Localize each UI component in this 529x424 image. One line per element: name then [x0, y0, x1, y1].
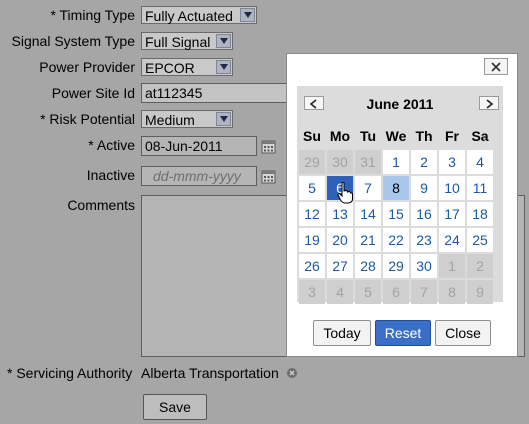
today-button[interactable]: Today: [313, 320, 371, 346]
weekday-th: Th: [415, 128, 433, 144]
save-button[interactable]: Save: [143, 394, 207, 420]
timing-type-select[interactable]: Fully Actuated: [141, 6, 257, 24]
cursor-hand-icon: [337, 181, 353, 207]
next-month-button[interactable]: [479, 96, 499, 110]
power-site-id-input[interactable]: at112345: [141, 83, 291, 103]
weekday-mo: Mo: [329, 128, 351, 144]
weekday-su: Su: [303, 128, 321, 144]
calendar-day[interactable]: 25: [467, 228, 493, 252]
servicing-authority-value: Alberta Transportation: [141, 365, 279, 381]
calendar-day[interactable]: 24: [439, 228, 465, 252]
calendar-day[interactable]: 12: [299, 202, 325, 226]
calendar-icon[interactable]: [261, 169, 277, 185]
calendar-day[interactable]: 29: [383, 254, 409, 278]
weekday-fr: Fr: [445, 128, 459, 144]
calendar-day[interactable]: 18: [467, 202, 493, 226]
timing-type-value: Fully Actuated: [145, 8, 233, 24]
calendar-day[interactable]: 11: [467, 176, 493, 200]
active-date-value: 08-Jun-2011: [145, 138, 223, 154]
inactive-label: Inactive: [86, 167, 135, 183]
calendar-day[interactable]: 27: [327, 254, 353, 278]
calendar-day[interactable]: 3: [439, 150, 465, 174]
calendar-day[interactable]: 28: [355, 254, 381, 278]
weekday-sa: Sa: [471, 128, 489, 144]
calendar-day-other-month: 8: [439, 280, 465, 304]
calendar-day[interactable]: 22: [383, 228, 409, 252]
power-provider-value: EPCOR: [145, 60, 195, 76]
calendar-day[interactable]: 21: [355, 228, 381, 252]
calendar-day-other-month: 3: [299, 280, 325, 304]
calendar-grid: June 2011 Su Mo Tu We Th Fr Sa 29 30 31 1 2 3 4 5 6 7 8 9…: [297, 86, 503, 304]
calendar-day-other-month: 29: [299, 150, 325, 174]
timing-type-label: * Timing Type: [50, 7, 135, 23]
reset-button[interactable]: Reset: [375, 320, 431, 346]
calendar-day[interactable]: 30: [411, 254, 437, 278]
calendar-day[interactable]: 2: [411, 150, 437, 174]
calendar-day[interactable]: 10: [439, 176, 465, 200]
risk-potential-select[interactable]: Medium: [141, 110, 233, 128]
calendar-day[interactable]: 7: [355, 176, 381, 200]
signal-system-type-value: Full Signal: [145, 34, 211, 50]
calendar-day[interactable]: 9: [411, 176, 437, 200]
calendar-day[interactable]: 1: [383, 150, 409, 174]
chevron-down-icon: [240, 8, 255, 22]
risk-potential-label: * Risk Potential: [40, 111, 135, 127]
servicing-authority-label: * Servicing Authority: [7, 365, 133, 381]
clear-icon[interactable]: [287, 365, 297, 378]
chevron-down-icon: [216, 34, 231, 48]
month-title: June 2011: [366, 96, 434, 112]
close-icon[interactable]: [484, 58, 508, 75]
chevron-down-icon: [216, 112, 231, 126]
weekday-tu: Tu: [359, 128, 377, 144]
calendar-day[interactable]: 5: [299, 176, 325, 200]
comments-label: Comments: [67, 197, 135, 213]
calendar-day[interactable]: 26: [299, 254, 325, 278]
calendar-day-other-month: 4: [327, 280, 353, 304]
calendar-icon[interactable]: [261, 139, 277, 155]
calendar-day-other-month: 7: [411, 280, 437, 304]
active-date-input[interactable]: 08-Jun-2011: [141, 136, 257, 156]
calendar-day[interactable]: 16: [411, 202, 437, 226]
calendar-day-other-month: 5: [355, 280, 381, 304]
power-provider-select[interactable]: EPCOR: [141, 58, 233, 76]
calendar-day[interactable]: 23: [411, 228, 437, 252]
calendar-day-other-month: 2: [467, 254, 493, 278]
signal-system-type-label: Signal System Type: [11, 33, 135, 49]
close-button[interactable]: Close: [435, 320, 491, 346]
calendar-day-other-month: 30: [327, 150, 353, 174]
power-site-id-label: Power Site Id: [51, 85, 135, 101]
power-site-id-value: at112345: [145, 85, 203, 101]
calendar-day[interactable]: 17: [439, 202, 465, 226]
calendar-day-other-month: 6: [383, 280, 409, 304]
calendar-day-other-month: 1: [439, 254, 465, 278]
active-label: * Active: [88, 137, 135, 153]
calendar-day[interactable]: 14: [355, 202, 381, 226]
signal-system-type-select[interactable]: Full Signal: [141, 32, 233, 50]
weekday-we: We: [385, 128, 407, 144]
calendar-day-other-month: 9: [467, 280, 493, 304]
calendar-day[interactable]: 4: [467, 150, 493, 174]
risk-potential-value: Medium: [145, 112, 195, 128]
inactive-date-placeholder: dd-mmm-yyyy: [153, 168, 241, 184]
calendar-day[interactable]: 15: [383, 202, 409, 226]
calendar-day-other-month: 31: [355, 150, 381, 174]
inactive-date-input[interactable]: dd-mmm-yyyy: [141, 166, 257, 186]
calendar-day[interactable]: 19: [299, 228, 325, 252]
date-picker-popup: June 2011 Su Mo Tu We Th Fr Sa 29 30 31 1 2 3 4 5 6 7 8 9…: [286, 53, 518, 357]
power-provider-label: Power Provider: [39, 59, 135, 75]
chevron-down-icon: [216, 60, 231, 74]
calendar-day[interactable]: 8: [383, 176, 409, 200]
calendar-day[interactable]: 20: [327, 228, 353, 252]
